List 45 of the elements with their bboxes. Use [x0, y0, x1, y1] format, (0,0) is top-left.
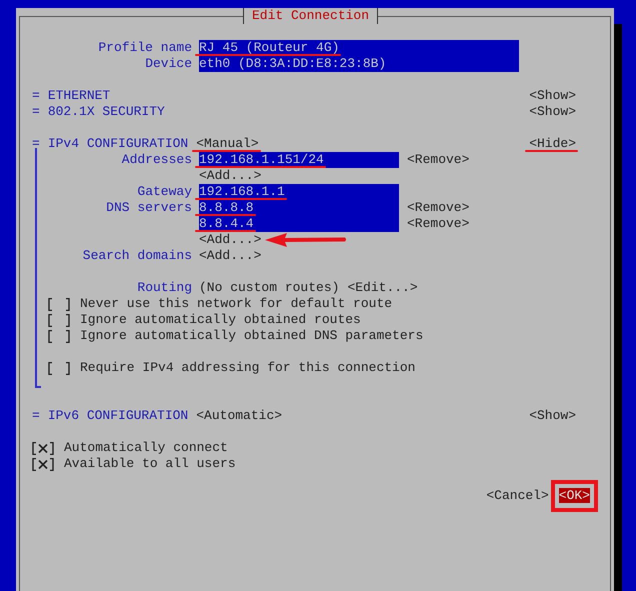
button[interactable]: <Add...>: [199, 232, 262, 248]
checkbox-label: Ignore automatically obtained DNS parameters: [80, 328, 424, 344]
checkbox[interactable]: [48, 298, 70, 310]
checkbox[interactable]: [32, 442, 54, 454]
field-label: Profile name: [98, 40, 192, 55]
section-marker: =: [32, 88, 40, 104]
field-label: Gateway: [137, 184, 192, 199]
field-label: Routing: [137, 280, 192, 295]
checkbox-label: Ignore automatically obtained routes: [80, 312, 361, 328]
field-label: Device: [145, 56, 192, 71]
button[interactable]: <Edit...>: [347, 280, 418, 296]
field-label: Search domains: [82, 248, 192, 263]
text-field[interactable]: eth0 (D8:3A:DD:E8:23:8B): [199, 56, 519, 72]
routing-value: (No custom routes): [199, 280, 340, 296]
checkbox[interactable]: [32, 458, 54, 470]
button[interactable]: <Cancel>: [486, 488, 549, 504]
field-label: Addresses: [122, 152, 192, 167]
field-label: DNS servers: [106, 200, 192, 215]
checkbox-label: Automatically connect: [64, 440, 228, 456]
button[interactable]: <Show>: [529, 408, 576, 424]
section-title: ETHERNET: [48, 88, 110, 104]
button[interactable]: <OK>: [558, 488, 590, 503]
checkbox-label: Never use this network for default route: [80, 296, 392, 312]
button[interactable]: <Add...>: [199, 168, 262, 184]
checkbox[interactable]: [48, 362, 70, 374]
button[interactable]: <Remove>: [407, 216, 470, 232]
section-title: IPv4 CONFIGURATION: [48, 136, 188, 152]
checkbox-label: Available to all users: [64, 456, 236, 472]
window-title: Edit Connection: [243, 8, 378, 24]
button[interactable]: <Show>: [529, 104, 576, 120]
section-title: IPv6 CONFIGURATION: [48, 408, 188, 424]
section-marker: =: [32, 136, 40, 152]
section-marker: =: [32, 104, 40, 120]
checkbox[interactable]: [48, 330, 70, 342]
button[interactable]: <Remove>: [407, 152, 470, 168]
section-marker: =: [32, 408, 40, 424]
button[interactable]: <Manual>: [196, 136, 259, 152]
checkbox-label: Require IPv4 addressing for this connection: [80, 360, 416, 376]
section-title: 802.1X SECURITY: [48, 104, 165, 120]
button[interactable]: <Automatic>: [196, 408, 282, 424]
button[interactable]: <Hide>: [529, 136, 576, 152]
button[interactable]: <Remove>: [407, 200, 470, 216]
checkbox[interactable]: [48, 314, 70, 326]
button[interactable]: <Show>: [529, 88, 576, 104]
button[interactable]: <Add...>: [199, 248, 262, 264]
